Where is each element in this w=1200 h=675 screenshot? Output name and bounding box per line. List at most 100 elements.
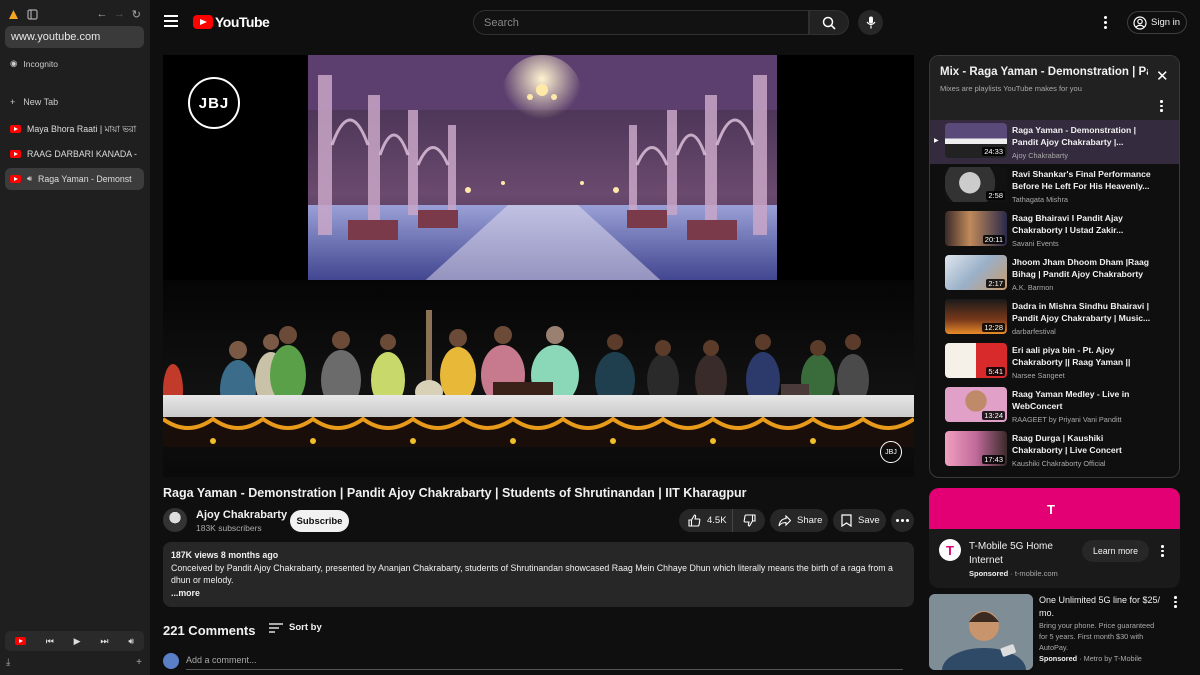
close-icon[interactable]: ✕ — [1156, 69, 1169, 84]
thumbs-up-icon — [688, 514, 701, 527]
video-player[interactable]: JBJ JBJ — [163, 55, 914, 477]
ad-menu-icon[interactable] — [1174, 596, 1177, 608]
play-icon[interactable]: ▶︎ — [74, 636, 81, 647]
playlist-item[interactable]: 13:24 Raag Yaman Medley - Live in WebCon… — [930, 384, 1179, 428]
duration-badge: 12:28 — [982, 323, 1005, 332]
user-avatar — [163, 653, 179, 669]
sign-in-label: Sign in — [1151, 17, 1181, 28]
sort-by-label: Sort by — [289, 622, 322, 633]
new-tab-button[interactable]: + New Tab — [10, 97, 58, 107]
previous-track-icon[interactable]: ⏮︎ — [46, 636, 54, 647]
share-label: Share — [797, 515, 823, 526]
playlist-item[interactable]: 2:17 Jhoom Jham Dhoom Dham |Raag Bihag |… — [930, 252, 1179, 296]
like-count: 4.5K — [707, 515, 727, 526]
next-track-icon[interactable]: ⏭︎ — [100, 636, 108, 647]
sidebar-toggle-icon[interactable] — [25, 6, 40, 22]
playlist-item[interactable]: 20:11 Raag Bhairavi I Pandit Ajay Chakra… — [930, 208, 1179, 252]
channel-watermark[interactable]: JBJ — [880, 441, 902, 463]
description-text: Conceived by Pandit Ajoy Chakrabarty, pr… — [171, 562, 893, 586]
playlist-item-title: Raga Yaman - Demonstration | Pandit Ajoy… — [1012, 125, 1137, 148]
search-icon — [822, 16, 836, 30]
video-thumbnail: 5:41 — [945, 343, 1007, 378]
playlist-item-title: Ravi Shankar's Final Performance Before … — [1012, 169, 1151, 192]
subscribe-button[interactable]: Subscribe — [290, 510, 349, 532]
forward-icon[interactable]: → — [112, 6, 127, 22]
playlist-menu-icon[interactable] — [1160, 100, 1163, 112]
account-icon — [1133, 15, 1147, 30]
playlist-item[interactable]: 17:43 Raag Durga | Kaushiki Chakraborty … — [930, 428, 1179, 472]
playlist-item[interactable]: 5:41 Eri aali piya bin - Pt. Ajoy Chakra… — [930, 340, 1179, 384]
ad-banner[interactable]: T — [929, 488, 1180, 529]
incognito-label: Incognito — [23, 58, 58, 69]
address-bar[interactable]: www.youtube.com — [5, 26, 144, 48]
more-actions-button[interactable] — [891, 509, 914, 532]
sponsored-label: Sponsored — [1039, 654, 1078, 663]
playlist-item-title: Raag Durga | Kaushiki Chakraborty | Live… — [1012, 433, 1122, 456]
add-icon[interactable]: + — [136, 657, 142, 668]
menu-icon[interactable] — [164, 15, 178, 27]
show-more-link[interactable]: ...more — [171, 587, 906, 600]
settings-more-icon[interactable] — [1098, 13, 1112, 31]
browser-tab-active[interactable]: 🔊︎ Raga Yaman - Demonst — [5, 168, 144, 190]
tab-label: Maya Bhora Raati | মায়া ভরা — [27, 123, 137, 134]
playlist-item-channel: Kaushiki Chakraborty Official — [1012, 459, 1106, 468]
playlist-item-channel: A.K. Barmon — [1012, 283, 1054, 292]
like-button[interactable]: 4.5K — [679, 509, 733, 532]
browser-menu-icon[interactable] — [6, 6, 21, 22]
ad-menu-icon[interactable] — [1161, 545, 1164, 557]
playlist-item[interactable]: 2:58 Ravi Shankar's Final Performance Be… — [930, 164, 1179, 208]
channel-name[interactable]: Ajoy Chakrabarty — [196, 509, 287, 521]
back-icon[interactable]: ← — [94, 6, 109, 22]
description-box[interactable]: 187K views 8 months ago Conceived by Pan… — [163, 542, 914, 607]
new-tab-label: New Tab — [23, 97, 59, 107]
logo-text: YouTube — [215, 14, 270, 30]
playlist-item[interactable]: ▶ 24:33 Raga Yaman - Demonstration | Pan… — [930, 120, 1179, 164]
sponsored-label: Sponsored — [969, 569, 1009, 578]
save-button[interactable]: Save — [833, 509, 886, 532]
playlist-item-channel: Tathagata Mishra — [1012, 195, 1068, 204]
ad-title[interactable]: One Unlimited 5G line for $25/ mo. — [1039, 594, 1164, 619]
youtube-favicon-icon — [10, 125, 21, 133]
more-horizontal-icon — [896, 519, 909, 522]
like-dislike-group: 4.5K — [679, 509, 765, 532]
sponsored-ad-card[interactable]: T T T-Mobile 5G Home Internet Sponsored … — [929, 488, 1180, 588]
playlist-item[interactable]: 12:28 Dadra in Mishra Sindhu Bhairavi | … — [930, 296, 1179, 340]
ad-sponsored-line: Sponsored · Metro by T-Mobile — [1039, 654, 1142, 663]
search-button[interactable] — [809, 10, 849, 35]
sign-in-button[interactable]: Sign in — [1127, 11, 1187, 34]
youtube-favicon-icon — [10, 175, 21, 183]
sort-by-button[interactable]: Sort by — [269, 622, 322, 633]
video-thumbnail: 20:11 — [945, 211, 1007, 246]
browser-tab[interactable]: RAAG DARBARI KANADA - — [5, 143, 144, 165]
learn-more-button[interactable]: Learn more — [1082, 540, 1149, 562]
voice-search-button[interactable] — [858, 10, 883, 35]
reload-icon[interactable]: ↻ — [129, 6, 144, 22]
duration-badge: 2:58 — [986, 191, 1005, 200]
media-controls: ⏮︎ ▶︎ ⏭︎ 🔊︎ — [5, 631, 144, 651]
playlist-item-channel: Ajoy Chakrabarty — [1012, 151, 1068, 160]
duration-badge: 24:33 — [982, 147, 1005, 156]
playlist-title[interactable]: Mix - Raga Yaman - Demonstration | Pandi… — [940, 66, 1148, 78]
video-thumbnail: 12:28 — [945, 299, 1007, 334]
youtube-play-icon — [193, 15, 213, 29]
speaker-icon[interactable]: 🔊︎ — [27, 174, 32, 184]
add-comment-input[interactable]: Add a comment... — [186, 655, 903, 670]
youtube-logo[interactable]: YouTube — [193, 14, 270, 30]
search-input[interactable]: Search — [473, 10, 809, 35]
share-button[interactable]: Share — [770, 509, 828, 532]
palace-backdrop-image — [308, 55, 777, 287]
duration-badge: 17:43 — [982, 455, 1005, 464]
ad-thumbnail[interactable] — [929, 594, 1033, 670]
channel-avatar[interactable] — [163, 508, 187, 532]
t-mobile-logo: T — [1047, 502, 1055, 517]
video-thumbnail: 13:24 — [945, 387, 1007, 422]
playlist-item-title: Raag Yaman Medley - Live in WebConcert — [1012, 389, 1130, 412]
incognito-indicator: ◉ Incognito — [10, 58, 58, 69]
subscriber-count: 183K subscribers — [196, 523, 262, 533]
comments-count: 221 Comments — [163, 623, 256, 638]
volume-icon[interactable]: 🔊︎ — [128, 636, 134, 647]
ad-advertiser: Metro by T-Mobile — [1083, 654, 1142, 663]
browser-tab[interactable]: Maya Bhora Raati | মায়া ভরা — [5, 118, 144, 140]
download-icon[interactable]: ⤓ — [6, 657, 10, 668]
dislike-button[interactable] — [733, 514, 765, 527]
